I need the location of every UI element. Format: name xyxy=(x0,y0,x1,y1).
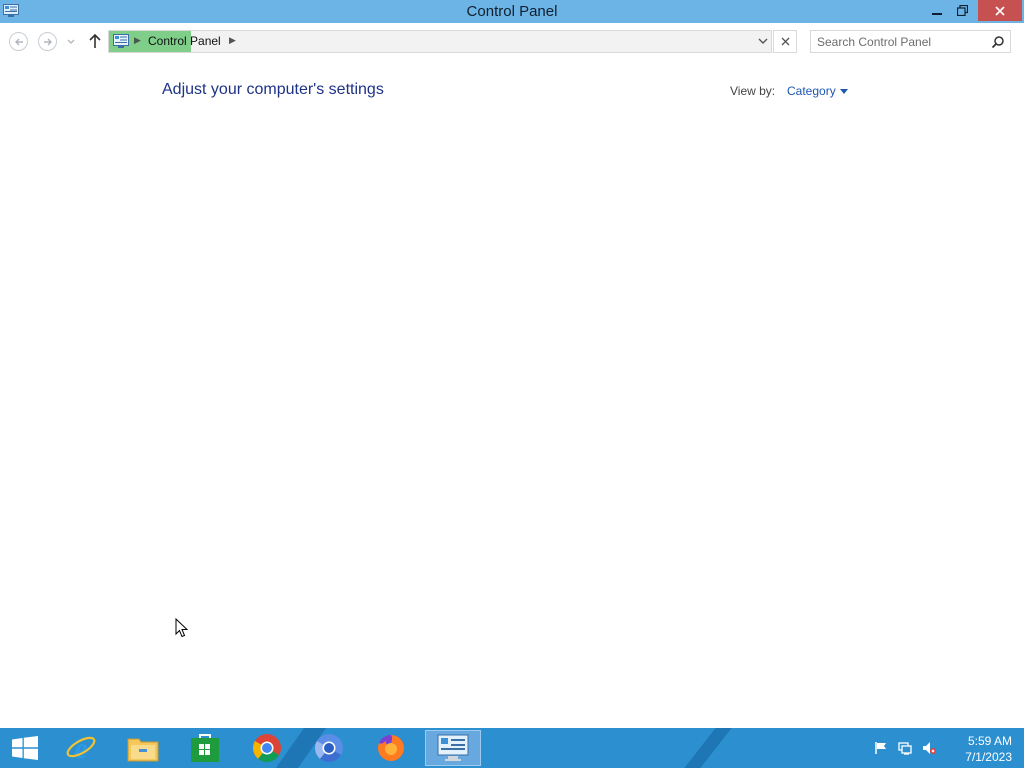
clock[interactable]: 5:59 AM 7/1/2023 xyxy=(950,733,1012,765)
taskbar-internet-explorer[interactable]: e xyxy=(53,730,109,766)
chevron-down-icon[interactable] xyxy=(757,35,769,47)
recent-locations-chevron-down-icon[interactable] xyxy=(66,36,76,46)
svg-text:e: e xyxy=(74,732,87,764)
close-button[interactable] xyxy=(978,0,1022,21)
windows-logo-icon xyxy=(12,736,38,760)
search-input[interactable] xyxy=(817,33,987,51)
breadcrumb-separator-icon[interactable]: ▶ xyxy=(134,35,141,46)
control-panel-window: Control Panel ▶ Control Panel ▶ Search C… xyxy=(0,0,1024,728)
taskbar-file-explorer[interactable] xyxy=(115,730,171,766)
taskbar-chromium[interactable] xyxy=(301,730,357,766)
chrome-icon xyxy=(253,734,281,762)
arrow-right-icon xyxy=(43,38,52,45)
clock-time: 5:59 AM xyxy=(967,734,1012,748)
network-icon[interactable] xyxy=(898,741,912,755)
caret-down-icon[interactable] xyxy=(840,89,848,94)
page-title: Adjust your computer's settings xyxy=(162,81,384,98)
arrow-left-icon xyxy=(14,38,23,45)
close-icon xyxy=(781,37,789,46)
navigation-bar: ▶ Control Panel ▶ xyxy=(0,23,1024,59)
taskbar-chrome[interactable] xyxy=(239,730,295,766)
control-panel-icon xyxy=(113,34,129,48)
ie-icon: e xyxy=(66,732,96,764)
taskbar: e 5:59 AM 7/1/2023 xyxy=(0,728,1024,768)
back-button[interactable] xyxy=(9,32,28,51)
flag-icon[interactable] xyxy=(874,741,888,755)
breadcrumb-separator-icon[interactable]: ▶ xyxy=(229,35,236,46)
breadcrumb-control-panel[interactable]: Control Panel xyxy=(148,34,221,48)
search-icon[interactable] xyxy=(991,35,1005,49)
minimize-button[interactable] xyxy=(926,0,948,21)
store-icon xyxy=(191,734,219,762)
view-by-label: View by: xyxy=(730,84,776,98)
taskbar-decoration xyxy=(684,728,732,768)
start-button[interactable] xyxy=(0,728,50,768)
arrow-up-icon[interactable] xyxy=(87,32,103,50)
window-title: Control Panel xyxy=(466,3,558,20)
view-by-dropdown[interactable]: Category xyxy=(787,84,836,98)
title-bar[interactable]: Control Panel xyxy=(0,0,1024,23)
address-bar[interactable]: ▶ Control Panel ▶ xyxy=(108,30,772,53)
minimize-icon xyxy=(932,12,942,15)
search-box[interactable] xyxy=(810,30,1011,53)
chromium-icon xyxy=(315,734,343,762)
forward-button[interactable] xyxy=(38,32,57,51)
restore-button[interactable] xyxy=(951,0,973,21)
clear-address-button[interactable] xyxy=(773,30,797,53)
mouse-cursor-icon xyxy=(175,618,188,638)
taskbar-control-panel[interactable] xyxy=(425,730,481,766)
folder-icon xyxy=(127,738,159,762)
taskbar-firefox[interactable] xyxy=(363,730,419,766)
firefox-icon xyxy=(378,735,404,761)
control-panel-icon xyxy=(437,734,469,761)
restore-icon xyxy=(956,5,968,16)
close-icon xyxy=(995,5,1005,16)
taskbar-store[interactable] xyxy=(177,730,233,766)
volume-muted-icon[interactable] xyxy=(922,741,936,755)
clock-date: 7/1/2023 xyxy=(965,750,1012,764)
